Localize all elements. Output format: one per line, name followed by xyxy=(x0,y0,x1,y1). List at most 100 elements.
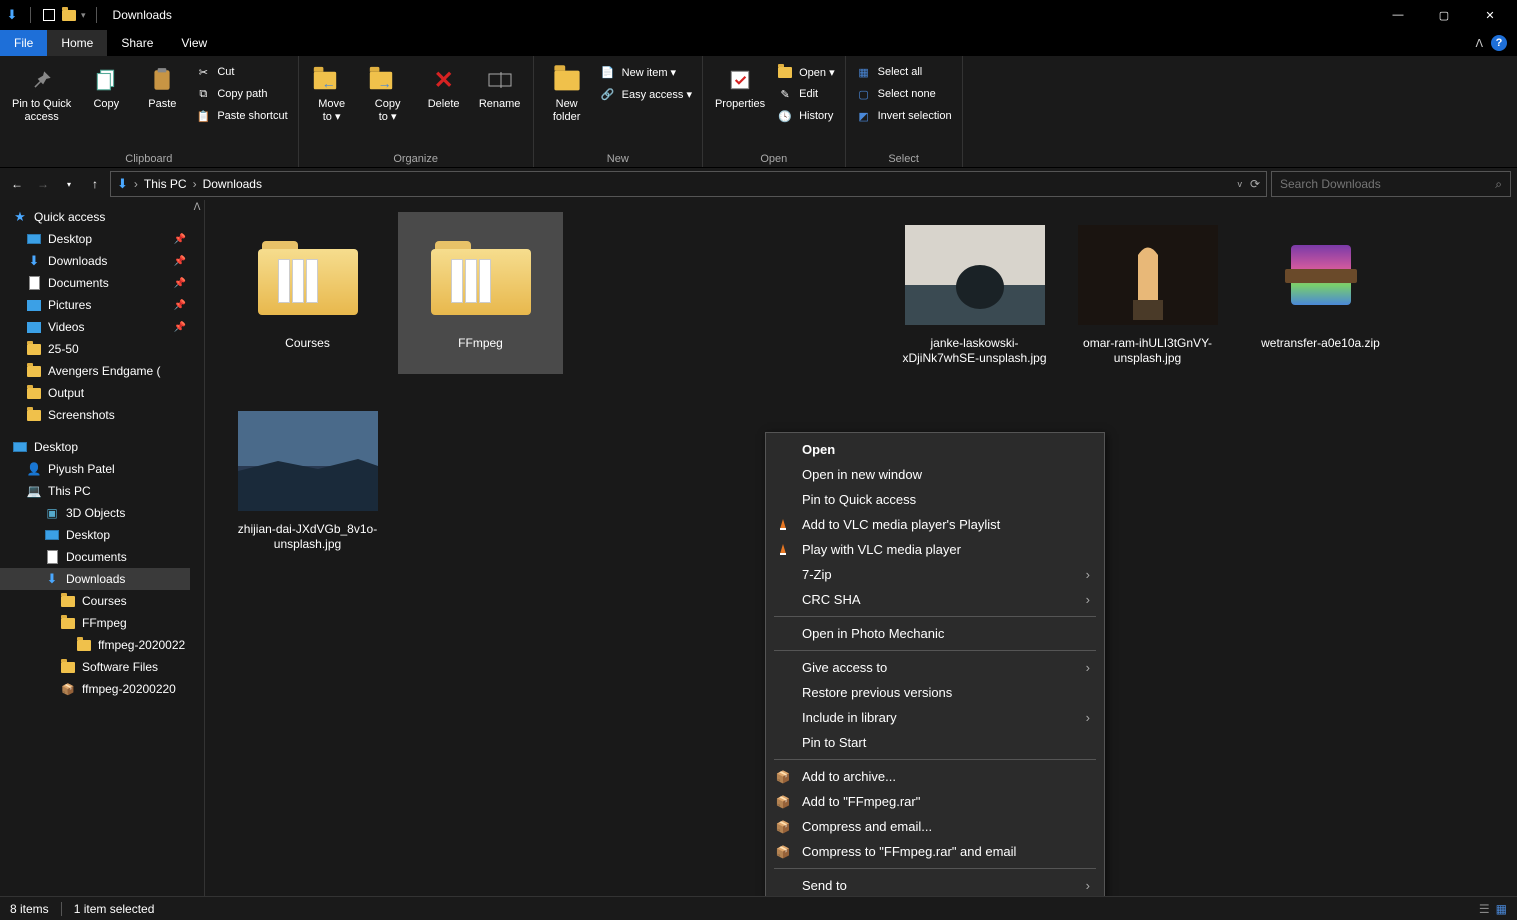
sidebar-item-thispc[interactable]: 💻This PC xyxy=(0,480,204,502)
sidebar-item-2550[interactable]: 25-50 xyxy=(0,338,204,360)
ctx-pin-quick-access[interactable]: Pin to Quick access xyxy=(766,487,1104,512)
nav-recent-button[interactable]: ▾ xyxy=(58,173,80,195)
file-item-ffmpeg[interactable]: FFmpeg xyxy=(398,212,563,374)
open-button[interactable]: Open ▾ xyxy=(773,62,839,82)
copy-to-icon: → xyxy=(372,64,404,96)
rename-button[interactable]: Rename xyxy=(473,60,527,115)
ctx-add-rar[interactable]: 📦Add to "FFmpeg.rar" xyxy=(766,789,1104,814)
ctx-send-to[interactable]: Send to› xyxy=(766,873,1104,896)
edit-button[interactable]: ✎Edit xyxy=(773,84,839,104)
close-button[interactable]: ✕ xyxy=(1467,0,1513,30)
window-controls: — ▢ ✕ xyxy=(1375,0,1513,30)
history-button[interactable]: 🕓History xyxy=(773,106,839,126)
ctx-add-archive[interactable]: 📦Add to archive... xyxy=(766,764,1104,789)
ctx-photo-mechanic[interactable]: Open in Photo Mechanic xyxy=(766,621,1104,646)
tab-file[interactable]: File xyxy=(0,30,47,56)
nav-up-button[interactable]: ↑ xyxy=(84,173,106,195)
save-icon[interactable] xyxy=(41,7,57,23)
file-item-wetransfer[interactable]: wetransfer-a0e10a.zip xyxy=(1238,212,1403,374)
file-item-zhijian[interactable]: zhijian-dai-JXdVGb_8v1o-unsplash.jpg xyxy=(225,398,390,560)
pin-quick-access-button[interactable]: Pin to Quick access xyxy=(6,60,77,128)
sidebar-item-dl-ffmpeg2[interactable]: 📦ffmpeg-20200220 xyxy=(0,678,204,700)
ctx-restore-previous[interactable]: Restore previous versions xyxy=(766,680,1104,705)
sidebar-item-desktop[interactable]: Desktop📌 xyxy=(0,228,204,250)
content-area[interactable]: Courses FFmpeg janke-laskowski-xDjiNk7wh… xyxy=(205,200,1517,896)
file-item-omar[interactable]: omar-ram-ihULI3tGnVY-unsplash.jpg xyxy=(1065,212,1230,374)
ctx-7zip[interactable]: 7-Zip› xyxy=(766,562,1104,587)
folder-icon[interactable] xyxy=(61,7,77,23)
copy-button[interactable]: Copy xyxy=(79,60,133,115)
ctx-pin-start[interactable]: Pin to Start xyxy=(766,730,1104,755)
paste-icon xyxy=(146,64,178,96)
quickaccess-down-icon[interactable]: ⬇ xyxy=(4,7,20,23)
breadcrumb[interactable]: ⬇ › This PC › Downloads v ⟳ xyxy=(110,171,1267,197)
invert-selection-button[interactable]: ◩Invert selection xyxy=(852,106,956,126)
sidebar-item-videos[interactable]: Videos📌 xyxy=(0,316,204,338)
ctx-crcsha[interactable]: CRC SHA› xyxy=(766,587,1104,612)
refresh-icon[interactable]: ⟳ xyxy=(1250,177,1260,191)
minimize-button[interactable]: — xyxy=(1375,0,1421,30)
sidebar-desktop-root[interactable]: Desktop xyxy=(0,436,204,458)
tab-home[interactable]: Home xyxy=(47,30,107,56)
delete-x-icon: ✕ xyxy=(428,64,460,96)
pin-icon xyxy=(26,64,58,96)
select-all-button[interactable]: ▦Select all xyxy=(852,62,956,82)
sidebar-item-pc-desktop[interactable]: Desktop xyxy=(0,524,204,546)
paste-button[interactable]: Paste xyxy=(135,60,189,115)
sidebar-item-dl-ffmpegdate[interactable]: ffmpeg-2020022 xyxy=(0,634,204,656)
paste-shortcut-button[interactable]: 📋Paste shortcut xyxy=(191,106,291,126)
search-input[interactable] xyxy=(1280,177,1495,191)
delete-button[interactable]: ✕ Delete xyxy=(417,60,471,115)
sidebar-item-downloads[interactable]: ⬇Downloads📌 xyxy=(0,250,204,272)
sidebar-item-dl-courses[interactable]: Courses xyxy=(0,590,204,612)
tab-view[interactable]: View xyxy=(167,30,221,56)
sidebar-item-pc-documents[interactable]: Documents xyxy=(0,546,204,568)
sidebar-item-dl-software[interactable]: Software Files xyxy=(0,656,204,678)
sidebar-scrollbar[interactable]: ᐱ xyxy=(190,200,204,896)
view-thumbnails-icon[interactable]: ▦ xyxy=(1496,902,1507,916)
tab-share[interactable]: Share xyxy=(107,30,167,56)
chevron-right-icon: › xyxy=(1086,567,1090,582)
sidebar-item-pictures[interactable]: Pictures📌 xyxy=(0,294,204,316)
ctx-vlc-play[interactable]: Play with VLC media player xyxy=(766,537,1104,562)
sidebar-item-documents[interactable]: Documents📌 xyxy=(0,272,204,294)
ctx-compress-rar-email[interactable]: 📦Compress to "FFmpeg.rar" and email xyxy=(766,839,1104,864)
move-to-button[interactable]: ← Move to ▾ xyxy=(305,60,359,128)
ctx-include-library[interactable]: Include in library› xyxy=(766,705,1104,730)
nav-forward-button[interactable]: → xyxy=(32,173,54,195)
breadcrumb-dropdown-icon[interactable]: v xyxy=(1237,179,1242,189)
ribbon-collapse-icon[interactable]: ᐱ xyxy=(1475,37,1483,50)
scroll-up-icon[interactable]: ᐱ xyxy=(194,200,201,215)
ctx-vlc-playlist[interactable]: Add to VLC media player's Playlist xyxy=(766,512,1104,537)
select-none-button[interactable]: ▢Select none xyxy=(852,84,956,104)
titlebar-dropdown-icon[interactable]: ▾ xyxy=(81,10,86,21)
help-icon[interactable]: ? xyxy=(1491,35,1507,51)
copy-to-button[interactable]: → Copy to ▾ xyxy=(361,60,415,128)
sidebar-item-dl-ffmpeg[interactable]: FFmpeg xyxy=(0,612,204,634)
file-item-courses[interactable]: Courses xyxy=(225,212,390,374)
sidebar-item-output[interactable]: Output xyxy=(0,382,204,404)
ctx-compress-email[interactable]: 📦Compress and email... xyxy=(766,814,1104,839)
breadcrumb-root[interactable]: This PC xyxy=(144,177,187,191)
ctx-open-new-window[interactable]: Open in new window xyxy=(766,462,1104,487)
sidebar-item-3dobjects[interactable]: ▣3D Objects xyxy=(0,502,204,524)
new-item-button[interactable]: 📄New item ▾ xyxy=(596,62,696,82)
search-box[interactable]: ⌕ xyxy=(1271,171,1511,197)
ctx-give-access[interactable]: Give access to› xyxy=(766,655,1104,680)
copy-path-button[interactable]: ⧉Copy path xyxy=(191,84,291,104)
view-details-icon[interactable]: ☰ xyxy=(1479,902,1490,916)
breadcrumb-current[interactable]: Downloads xyxy=(203,177,262,191)
maximize-button[interactable]: ▢ xyxy=(1421,0,1467,30)
properties-button[interactable]: Properties xyxy=(709,60,771,115)
new-folder-button[interactable]: New folder xyxy=(540,60,594,128)
sidebar-item-avengers[interactable]: Avengers Endgame ( xyxy=(0,360,204,382)
ctx-open[interactable]: Open xyxy=(766,437,1104,462)
file-item-janke[interactable]: janke-laskowski-xDjiNk7whSE-unsplash.jpg xyxy=(892,212,1057,374)
sidebar-item-user[interactable]: 👤Piyush Patel xyxy=(0,458,204,480)
cut-button[interactable]: ✂Cut xyxy=(191,62,291,82)
easy-access-button[interactable]: 🔗Easy access ▾ xyxy=(596,84,696,104)
sidebar-item-pc-downloads[interactable]: ⬇Downloads xyxy=(0,568,204,590)
nav-back-button[interactable]: ← xyxy=(6,173,28,195)
sidebar-quick-access[interactable]: ★Quick access xyxy=(0,206,204,228)
sidebar-item-screenshots[interactable]: Screenshots xyxy=(0,404,204,426)
